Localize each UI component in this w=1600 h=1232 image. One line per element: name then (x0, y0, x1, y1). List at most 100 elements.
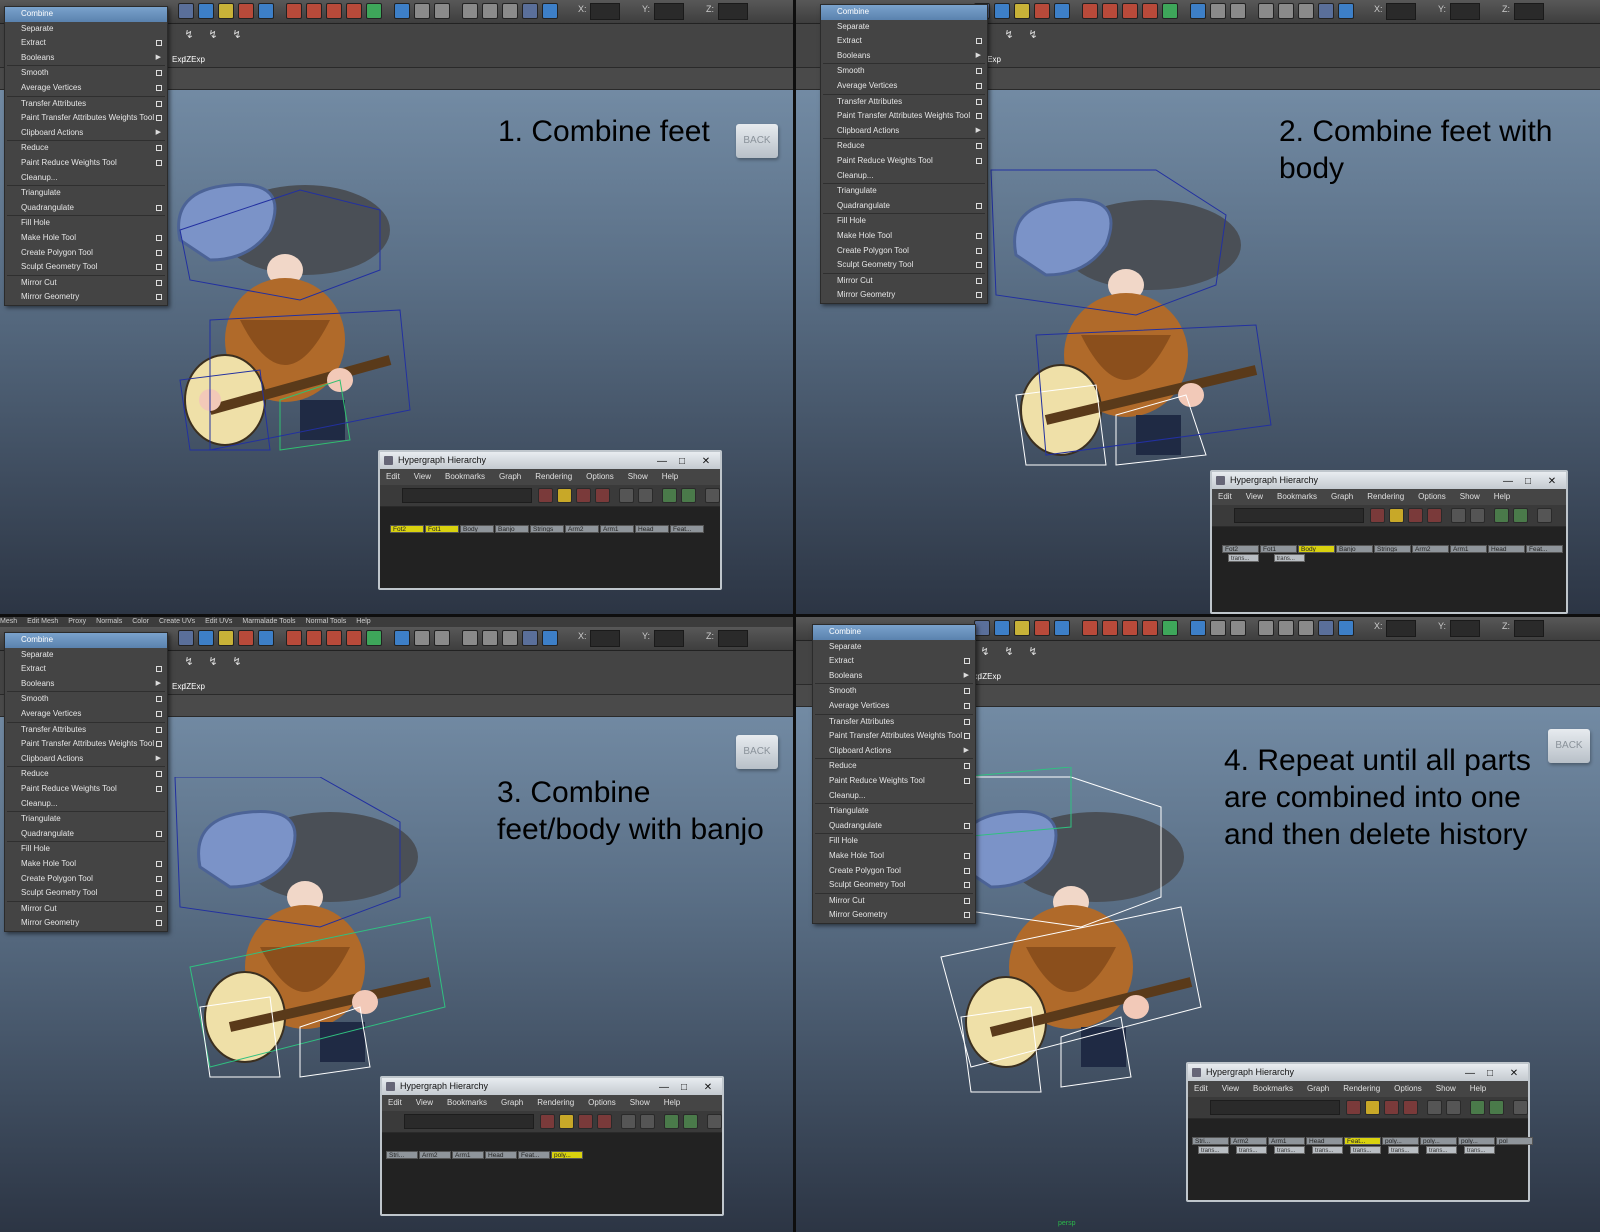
menu-item-transfer-attributes[interactable]: Transfer Attributes (5, 723, 167, 738)
z-coordinate-field[interactable] (718, 3, 748, 20)
toolbar-tool-icon[interactable] (238, 630, 254, 646)
hypergraph-menu-bookmarks[interactable]: Bookmarks (1253, 1084, 1293, 1093)
hypergraph-node[interactable]: Banjo (1336, 545, 1373, 553)
toolbar-tool-icon[interactable] (258, 3, 274, 19)
option-box-icon[interactable] (156, 115, 162, 122)
menu-item-smooth[interactable]: Smooth (821, 64, 987, 79)
back-button[interactable]: BACK (1548, 729, 1590, 763)
back-button[interactable]: BACK (736, 735, 778, 769)
menu-item-mirror-geometry[interactable]: Mirror Geometry (5, 290, 167, 305)
hypergraph-menu-graph[interactable]: Graph (499, 472, 521, 481)
menu-item-paint-reduce-weights-tool[interactable]: Paint Reduce Weights Tool (813, 774, 975, 789)
hypergraph-transform-node[interactable]: trans... (1273, 554, 1305, 562)
z-coordinate-field[interactable] (1514, 620, 1544, 637)
x-coordinate-field[interactable] (1386, 3, 1416, 20)
menu-item-mirror-geometry[interactable]: Mirror Geometry (813, 908, 975, 923)
option-box-icon[interactable] (156, 279, 162, 286)
toolbar-tool-icon[interactable] (1278, 620, 1294, 636)
hypergraph-menu-rendering[interactable]: Rendering (537, 1098, 574, 1107)
menu-item-clipboard-actions[interactable]: Clipboard Actions ▶ (821, 124, 987, 139)
mesh-menu-dropdown[interactable]: Combine Separate Extract Booleans ▶ Smooth Ave… (4, 6, 168, 306)
option-box-icon[interactable] (156, 204, 162, 211)
hypergraph-tool-icon[interactable] (621, 1114, 636, 1129)
menu-item-paint-transfer-attributes-weights-tool[interactable]: Paint Transfer Attributes Weights Tool (5, 737, 167, 752)
hypergraph-menu-graph[interactable]: Graph (501, 1098, 523, 1107)
toolbar-tool-icon[interactable] (394, 3, 410, 19)
hypergraph-node[interactable]: Feat... (1344, 1137, 1381, 1145)
main-menu-item[interactable]: Normal Tools (306, 618, 347, 625)
hypergraph-tool-icon[interactable] (619, 488, 634, 503)
toolbar-tool-icon[interactable] (1318, 620, 1334, 636)
menu-item-separate[interactable]: Separate (5, 22, 167, 37)
toolbar-tool-icon[interactable] (482, 3, 498, 19)
toolbar-tool-icon[interactable] (1338, 620, 1354, 636)
toolbar-tool-icon[interactable] (414, 3, 430, 19)
hypergraph-node[interactable]: poly... (551, 1151, 583, 1159)
toolbar-tool-icon[interactable] (1258, 3, 1274, 19)
option-box-icon[interactable] (976, 68, 982, 75)
menu-item-quadrangulate[interactable]: Quadrangulate (821, 199, 987, 214)
main-menu-item[interactable]: Edit UVs (205, 618, 232, 625)
shelf-tool-icon[interactable]: ↯ (1000, 28, 1018, 46)
x-coordinate-field[interactable] (1386, 620, 1416, 637)
option-box-icon[interactable] (156, 741, 162, 748)
hypergraph-node[interactable]: Head (1488, 545, 1525, 553)
option-box-icon[interactable] (156, 145, 162, 152)
menu-item-booleans[interactable]: Booleans ▶ (5, 677, 167, 692)
hypergraph-menu-graph[interactable]: Graph (1331, 492, 1353, 501)
option-box-icon[interactable] (976, 292, 982, 299)
toolbar-tool-icon[interactable] (1082, 3, 1098, 19)
toolbar-tool-icon[interactable] (1102, 620, 1118, 636)
menu-item-cleanup[interactable]: Cleanup... (813, 789, 975, 804)
hypergraph-tool-icon[interactable] (638, 488, 653, 503)
shelf-tool-icon[interactable]: ↯ (1024, 28, 1042, 46)
hypergraph-tool-icon[interactable] (576, 488, 591, 503)
hypergraph-tool-icon[interactable] (640, 1114, 655, 1129)
toolbar-tool-icon[interactable] (394, 630, 410, 646)
toolbar-tool-icon[interactable] (1162, 3, 1178, 19)
menu-item-fill-hole[interactable]: Fill Hole (821, 214, 987, 229)
hypergraph-tool-icon[interactable] (1470, 1100, 1485, 1115)
mesh-menu-dropdown[interactable]: Combine Separate Extract Booleans ▶ Smooth Ave… (812, 624, 976, 924)
option-box-icon[interactable] (964, 897, 970, 904)
toolbar-tool-icon[interactable] (1210, 620, 1226, 636)
maximize-button[interactable]: □ (1484, 1065, 1496, 1082)
hypergraph-tool-icon[interactable] (1389, 508, 1404, 523)
menu-item-paint-reduce-weights-tool[interactable]: Paint Reduce Weights Tool (5, 156, 167, 171)
menu-item-make-hole-tool[interactable]: Make Hole Tool (813, 849, 975, 864)
hypergraph-tool-icon[interactable] (1446, 1100, 1461, 1115)
close-button[interactable]: ✕ (1546, 473, 1558, 490)
hypergraph-menu-show[interactable]: Show (630, 1098, 650, 1107)
option-box-icon[interactable] (964, 777, 970, 784)
z-coordinate-field[interactable] (718, 630, 748, 647)
hypergraph-tool-icon[interactable] (681, 488, 696, 503)
toolbar-tool-icon[interactable] (286, 630, 302, 646)
toolbar-tool-icon[interactable] (346, 3, 362, 19)
main-menu-item[interactable]: Help (356, 618, 370, 625)
hypergraph-node[interactable]: Arm2 (1412, 545, 1449, 553)
hypergraph-node[interactable]: Fot1 (425, 525, 459, 533)
menu-item-combine[interactable]: Combine (5, 7, 167, 22)
menu-item-average-vertices[interactable]: Average Vertices (821, 79, 987, 94)
hypergraph-menu-graph[interactable]: Graph (1307, 1084, 1329, 1093)
menu-item-quadrangulate[interactable]: Quadrangulate (5, 201, 167, 216)
toolbar-tool-icon[interactable] (462, 630, 478, 646)
toolbar-tool-icon[interactable] (1014, 3, 1030, 19)
toolbar-tool-icon[interactable] (326, 630, 342, 646)
hypergraph-tool-icon[interactable] (1370, 508, 1385, 523)
hypergraph-menu-view[interactable]: View (416, 1098, 433, 1107)
shelf-tool-icon[interactable]: ↯ (180, 655, 198, 673)
hypergraph-node[interactable]: Arm1 (600, 525, 634, 533)
hypergraph-search-field[interactable] (1210, 1100, 1340, 1115)
minimize-button[interactable]: — (1502, 473, 1514, 490)
menu-item-cleanup[interactable]: Cleanup... (821, 169, 987, 184)
option-box-icon[interactable] (156, 710, 162, 717)
hypergraph-tool-icon[interactable] (595, 488, 610, 503)
option-box-icon[interactable] (976, 202, 982, 209)
main-menu-item[interactable]: Edit Mesh (27, 618, 58, 625)
toolbar-tool-icon[interactable] (522, 3, 538, 19)
shelf-tool-icon[interactable]: ↯ (204, 655, 222, 673)
menu-item-average-vertices[interactable]: Average Vertices (5, 81, 167, 96)
toolbar-tool-icon[interactable] (434, 3, 450, 19)
menu-item-triangulate[interactable]: Triangulate (5, 186, 167, 201)
